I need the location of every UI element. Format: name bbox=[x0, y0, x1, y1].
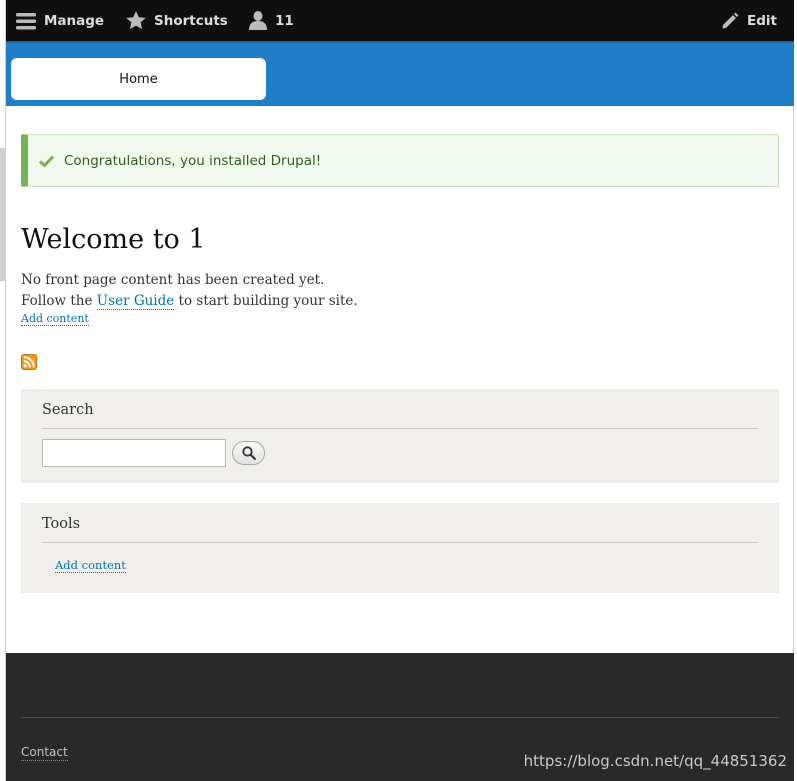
toolbar-manage[interactable]: Manage bbox=[16, 0, 104, 41]
status-message-text: Congratulations, you installed Drupal! bbox=[64, 152, 322, 169]
toolbar-manage-label: Manage bbox=[44, 12, 105, 29]
tools-menu-item: Add content bbox=[55, 558, 126, 573]
toolbar-user[interactable]: 11 bbox=[249, 0, 294, 41]
guide-line-prefix: Follow the bbox=[21, 293, 97, 309]
site-header: Home bbox=[6, 41, 794, 106]
search-block: Search bbox=[21, 389, 779, 483]
toolbar-shortcuts[interactable]: Shortcuts bbox=[126, 0, 228, 41]
tools-block: Tools Add content bbox=[21, 503, 779, 593]
rss-feed-icon[interactable] bbox=[21, 354, 37, 370]
search-icon bbox=[241, 446, 256, 460]
page-title: Welcome to 1 bbox=[21, 224, 206, 255]
nav-tab-home-label: Home bbox=[119, 71, 158, 87]
user-guide-link[interactable]: User Guide bbox=[96, 293, 175, 310]
watermark-text: https://blog.csdn.net/qq_44851362 bbox=[523, 752, 787, 770]
tools-add-content-link[interactable]: Add content bbox=[55, 558, 126, 573]
tools-block-title: Tools bbox=[42, 516, 81, 532]
guide-line: Follow the User Guide to start building … bbox=[21, 293, 358, 310]
hamburger-menu-icon bbox=[16, 12, 36, 29]
search-block-title: Search bbox=[42, 402, 94, 418]
tools-block-divider bbox=[42, 542, 758, 543]
search-button[interactable] bbox=[232, 441, 265, 465]
footer-contact-link[interactable]: Contact bbox=[21, 744, 68, 761]
star-icon bbox=[126, 11, 146, 30]
search-input[interactable] bbox=[42, 439, 226, 467]
toolbar-user-label: 11 bbox=[275, 12, 294, 29]
toolbar-edit[interactable]: Edit bbox=[721, 0, 777, 41]
add-content-link[interactable]: Add content bbox=[21, 312, 89, 326]
header-shadow bbox=[6, 41, 794, 44]
side-strip bbox=[0, 148, 6, 281]
toolbar-edit-label: Edit bbox=[747, 12, 777, 29]
toolbar-shortcuts-label: Shortcuts bbox=[154, 12, 228, 29]
intro-line: No front page content has been created y… bbox=[21, 272, 325, 288]
nav-tab-home[interactable]: Home bbox=[11, 58, 266, 100]
admin-toolbar: Manage Shortcuts 11 Edit bbox=[6, 0, 794, 41]
status-message: Congratulations, you installed Drupal! bbox=[21, 134, 779, 187]
pencil-icon bbox=[722, 12, 739, 28]
search-block-divider bbox=[42, 428, 758, 429]
footer-divider bbox=[21, 717, 779, 718]
guide-line-suffix: to start building your site. bbox=[174, 293, 358, 309]
user-icon bbox=[249, 11, 267, 30]
checkmark-icon bbox=[39, 154, 54, 167]
